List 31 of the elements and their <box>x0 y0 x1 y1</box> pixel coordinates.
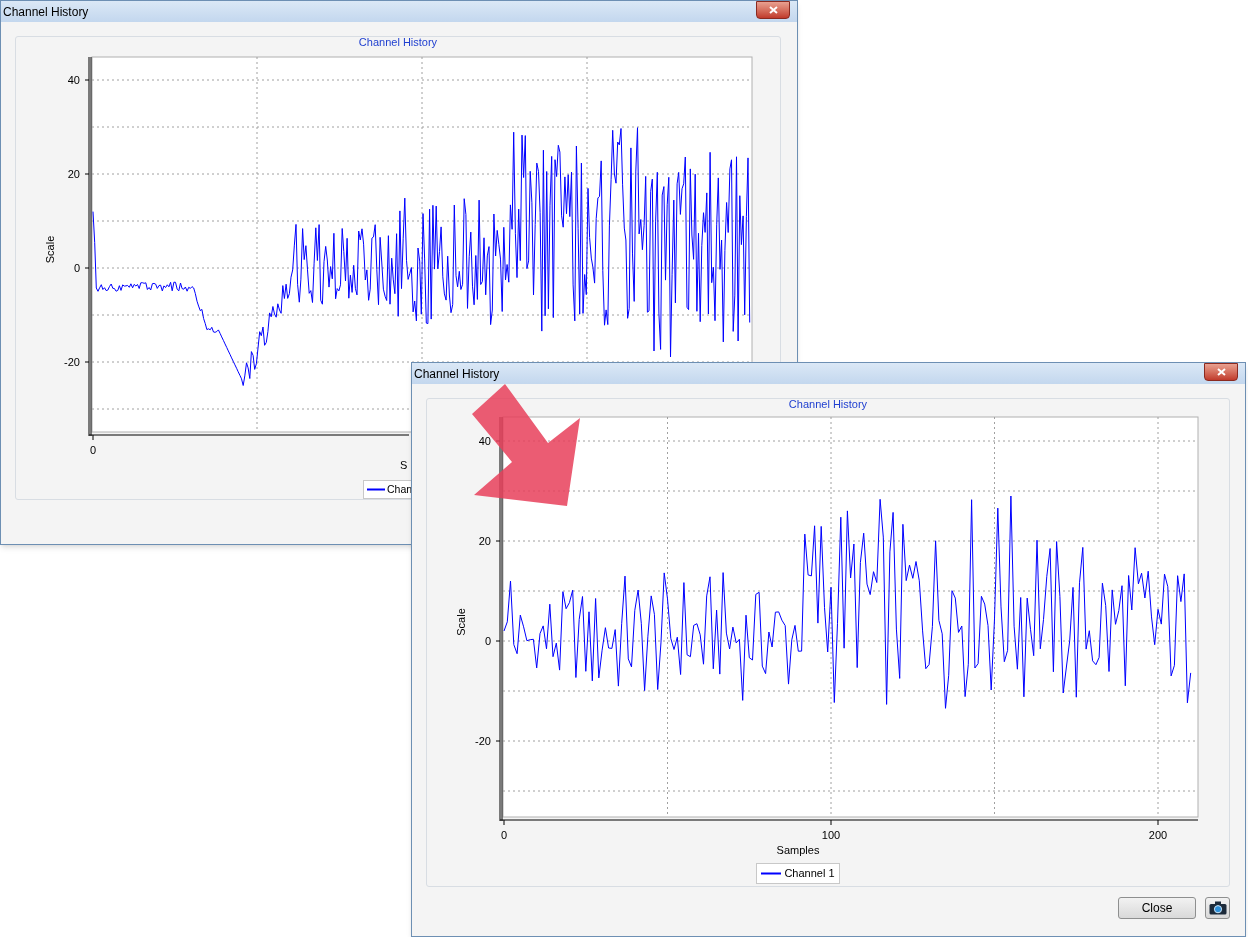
window-title: Channel History <box>414 365 500 383</box>
axis-tick-label: -20 <box>475 735 491 747</box>
axis-tick-label: 0 <box>73 261 80 274</box>
chart-title: Channel History <box>358 36 438 50</box>
legend-label: Chan <box>387 481 413 497</box>
axis-title: Scale <box>455 608 467 636</box>
close-button[interactable]: Close <box>1118 897 1196 919</box>
axis-tick-label: 0 <box>500 829 508 841</box>
legend-line-icon <box>367 488 385 491</box>
legend-line-icon <box>761 872 782 875</box>
axis-tick-label: 100 <box>821 829 841 841</box>
axis-tick-label: 0 <box>89 443 97 456</box>
axis-tick-label: -20 <box>64 355 80 368</box>
window-title: Channel History <box>3 3 89 21</box>
camera-icon <box>1208 901 1227 915</box>
axis-tick-label: 40 <box>478 435 491 447</box>
camera-button[interactable] <box>1205 897 1230 919</box>
axis-title: Samples <box>776 844 820 856</box>
axis-tick-label: 20 <box>478 535 491 547</box>
close-button[interactable] <box>1204 363 1238 381</box>
close-icon <box>768 6 778 14</box>
close-icon <box>1216 368 1226 376</box>
axis-title: S <box>400 459 408 471</box>
chart-title: Channel History <box>788 398 868 412</box>
axis-tick-label: 200 <box>1148 829 1168 841</box>
axis-tick-label: 40 <box>67 73 80 86</box>
axis-tick-label: 0 <box>484 635 491 647</box>
legend-label: Channel 1 <box>784 866 835 882</box>
axis-title: Scale <box>44 235 56 264</box>
axis-tick-label: 20 <box>67 167 80 180</box>
close-button[interactable] <box>756 1 790 19</box>
